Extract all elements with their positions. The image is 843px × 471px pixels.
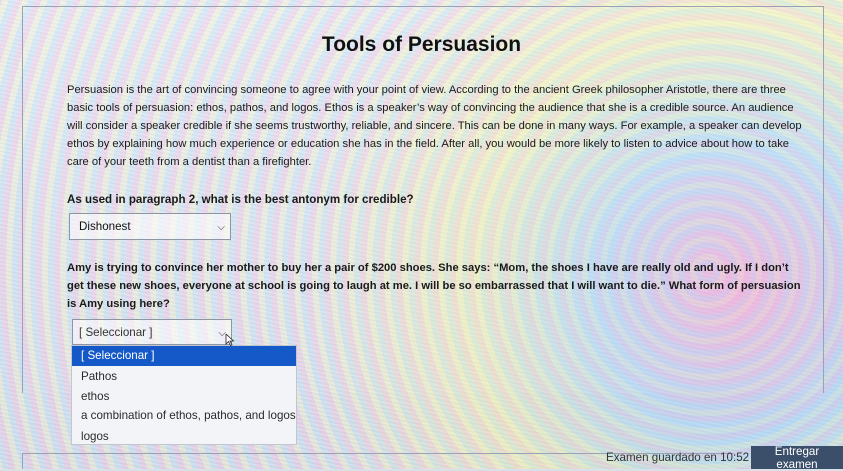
dropdown-option-label: Pathos (81, 370, 118, 383)
page-title: Tools of Persuasion (321, 33, 522, 56)
dropdown-option-label: ethos (81, 390, 110, 403)
mouse-cursor-icon (225, 334, 235, 346)
question-2-dropdown-list: [ Seleccionar ] Pathos ethos a combinati… (71, 345, 297, 445)
question-1-text: As used in paragraph 2, what is the best… (67, 193, 414, 206)
question-1-selected-value: Dishonest (79, 220, 131, 233)
dropdown-option[interactable]: [ Seleccionar ] (72, 346, 296, 366)
question-2-selected-value: [ Seleccionar ] (79, 326, 153, 339)
submit-exam-button[interactable]: Entregar examen (751, 445, 843, 471)
dropdown-option-label: logos (81, 430, 109, 443)
dropdown-option[interactable]: Pathos (72, 367, 296, 387)
question-2-text: Amy is trying to convince her mother to … (67, 262, 801, 311)
dropdown-option[interactable]: logos (72, 427, 296, 447)
question-1-select[interactable]: Dishonest ⌵ (69, 213, 231, 240)
chevron-down-icon: ⌵ (217, 222, 225, 233)
dropdown-option-label: [ Seleccionar ] (81, 349, 155, 362)
question-2-select[interactable]: [ Seleccionar ] ⌵ (72, 319, 232, 345)
save-status: Examen guardado en 10:52 (606, 451, 750, 464)
dropdown-option[interactable]: ethos (72, 387, 296, 407)
dropdown-option[interactable]: a combination of ethos, pathos, and logo… (72, 406, 296, 426)
reading-passage: Persuasion is the art of convincing some… (67, 84, 802, 169)
dropdown-option-label: a combination of ethos, pathos, and logo… (81, 409, 296, 422)
